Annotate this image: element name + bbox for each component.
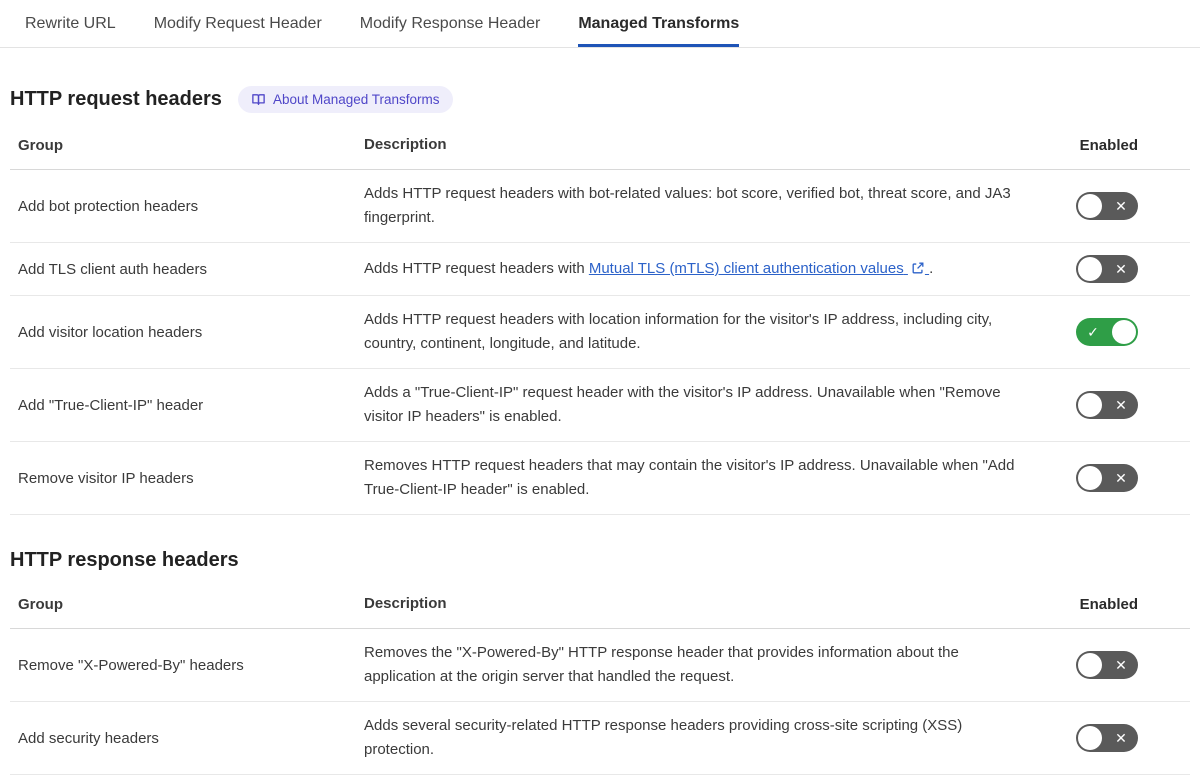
enabled-toggle[interactable]: ✕ [1076, 391, 1138, 419]
table-row: Remove visitor IP headers Removes HTTP r… [10, 442, 1190, 515]
response-table-header: Group Description Enabled [10, 582, 1190, 629]
description-cell: Removes HTTP request headers that may co… [364, 457, 1015, 498]
column-header-description: Description [364, 595, 447, 612]
table-row: Add bot protection headers Adds HTTP req… [10, 170, 1190, 243]
tab-rewrite-url[interactable]: Rewrite URL [25, 0, 116, 47]
table-row: Add security headers Adds several securi… [10, 702, 1190, 775]
enabled-toggle[interactable]: ✕ [1076, 651, 1138, 679]
tab-modify-response-header[interactable]: Modify Response Header [360, 0, 541, 47]
column-header-description: Description [364, 136, 447, 153]
table-row: Add "True-Client-IP" header Adds a "True… [10, 369, 1190, 442]
toggle-knob [1078, 393, 1102, 417]
external-link-icon [912, 262, 924, 274]
toggle-knob [1078, 194, 1102, 218]
description-cell: Removes the "X-Powered-By" HTTP response… [364, 644, 959, 685]
tab-bar: Rewrite URL Modify Request Header Modify… [0, 0, 1200, 48]
tab-managed-transforms[interactable]: Managed Transforms [578, 0, 739, 47]
request-section-title: HTTP request headers [10, 88, 222, 110]
toggle-knob [1078, 653, 1102, 677]
enabled-cell: ✕ [1076, 192, 1182, 220]
enabled-cell: ✕ [1076, 391, 1182, 419]
enabled-toggle[interactable]: ✕ [1076, 464, 1138, 492]
toggle-state-icon: ✕ [1115, 261, 1127, 277]
group-cell: Remove visitor IP headers [18, 469, 194, 487]
toggle-knob [1078, 257, 1102, 281]
request-section-header: HTTP request headers About Managed Trans… [10, 86, 1190, 113]
enabled-toggle[interactable]: ✓ [1076, 318, 1138, 346]
enabled-cell: ✕ [1076, 651, 1182, 679]
toggle-state-icon: ✓ [1087, 324, 1099, 340]
group-cell: Add visitor location headers [18, 323, 203, 341]
toggle-knob [1112, 320, 1136, 344]
group-cell: Add "True-Client-IP" header [18, 396, 204, 414]
tab-modify-request-header[interactable]: Modify Request Header [154, 0, 322, 47]
group-cell: Add bot protection headers [18, 197, 199, 215]
response-section-header: HTTP response headers [10, 549, 1190, 572]
toggle-knob [1078, 726, 1102, 750]
description-cell: Adds HTTP request headers with Mutual TL… [364, 260, 934, 277]
column-header-enabled: Enabled [1079, 595, 1138, 613]
toggle-knob [1078, 466, 1102, 490]
about-badge-label: About Managed Transforms [272, 92, 440, 107]
table-row: Add TLS client auth headers Adds HTTP re… [10, 243, 1190, 296]
request-table-body: Add bot protection headers Adds HTTP req… [10, 170, 1190, 515]
column-header-group: Group [18, 136, 63, 154]
response-table-body: Remove "X-Powered-By" headers Removes th… [10, 629, 1190, 775]
book-icon [251, 92, 266, 107]
main-content: HTTP request headers About Managed Trans… [0, 86, 1200, 775]
table-row: Remove "X-Powered-By" headers Removes th… [10, 629, 1190, 702]
enabled-cell: ✕ [1076, 464, 1182, 492]
description-link[interactable]: Mutual TLS (mTLS) client authentication … [589, 260, 929, 277]
group-cell: Add security headers [18, 729, 159, 747]
enabled-cell: ✓ [1076, 318, 1182, 346]
table-row: Add visitor location headers Adds HTTP r… [10, 296, 1190, 369]
group-cell: Remove "X-Powered-By" headers [18, 656, 244, 674]
group-cell: Add TLS client auth headers [18, 260, 208, 278]
enabled-toggle[interactable]: ✕ [1076, 192, 1138, 220]
toggle-state-icon: ✕ [1115, 470, 1127, 486]
enabled-cell: ✕ [1076, 724, 1182, 752]
request-table-header: Group Description Enabled [10, 123, 1190, 170]
enabled-toggle[interactable]: ✕ [1076, 724, 1138, 752]
description-cell: Adds HTTP request headers with location … [364, 311, 993, 352]
column-header-enabled: Enabled [1079, 136, 1138, 154]
column-header-group: Group [18, 595, 63, 613]
toggle-state-icon: ✕ [1115, 730, 1127, 746]
enabled-toggle[interactable]: ✕ [1076, 255, 1138, 283]
about-managed-transforms-badge[interactable]: About Managed Transforms [237, 86, 453, 113]
description-cell: Adds HTTP request headers with bot-relat… [364, 185, 1011, 226]
response-section-title: HTTP response headers [10, 549, 239, 571]
enabled-cell: ✕ [1076, 255, 1182, 283]
toggle-state-icon: ✕ [1115, 198, 1127, 214]
description-cell: Adds several security-related HTTP respo… [364, 717, 963, 758]
toggle-state-icon: ✕ [1115, 657, 1127, 673]
description-cell: Adds a "True-Client-IP" request header w… [364, 384, 1001, 425]
toggle-state-icon: ✕ [1115, 397, 1127, 413]
